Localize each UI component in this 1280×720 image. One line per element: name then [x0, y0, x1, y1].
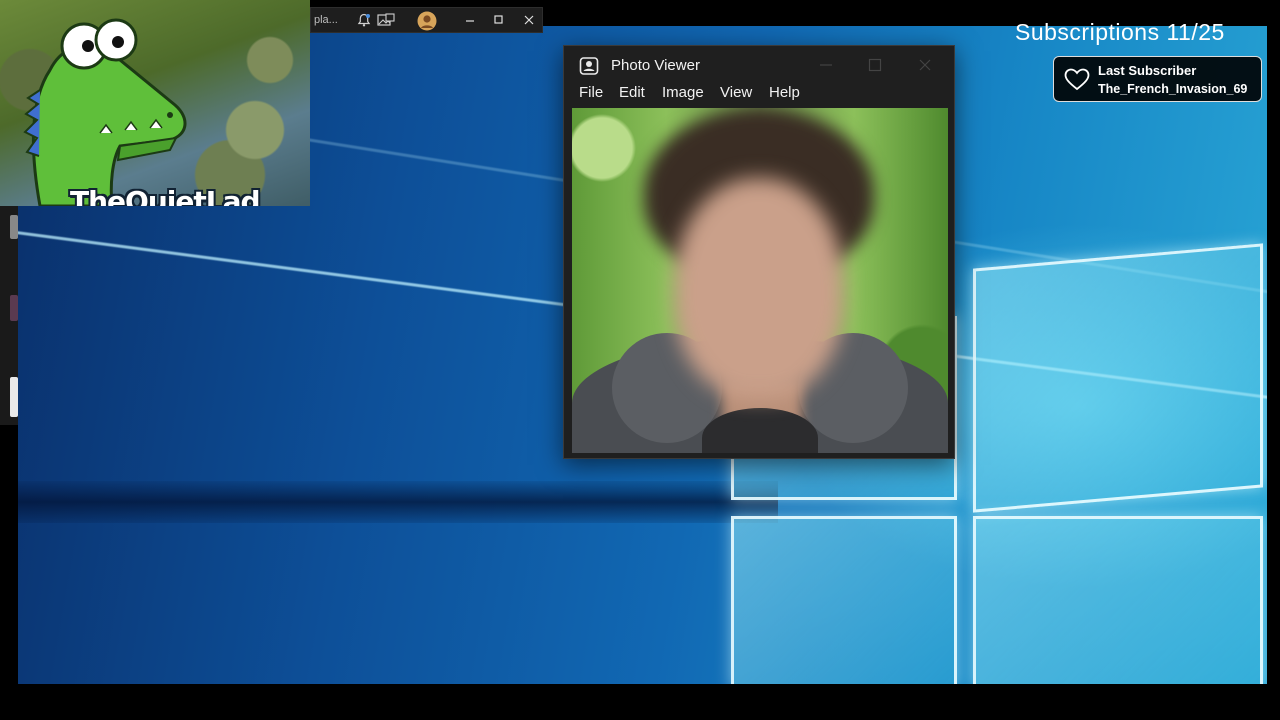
menu-help[interactable]: Help: [767, 84, 802, 101]
close-icon[interactable]: [524, 15, 534, 28]
menu-edit[interactable]: Edit: [617, 84, 647, 101]
menu-view[interactable]: View: [718, 84, 754, 101]
minimize-button[interactable]: [812, 54, 840, 76]
photo-viewer-app-icon: [579, 56, 599, 81]
windows-logo-pane: [731, 516, 957, 684]
menu-image[interactable]: Image: [660, 84, 706, 101]
dark-band: [18, 481, 778, 523]
window-title: Photo Viewer: [611, 57, 700, 74]
maximize-button[interactable]: [861, 54, 889, 76]
bell-icon[interactable]: [357, 13, 371, 30]
close-button[interactable]: [911, 54, 939, 76]
last-subscriber-panel: Last Subscriber The_French_Invasion_69: [1053, 56, 1262, 102]
window-edge-chip: [10, 295, 18, 321]
windows-logo-pane: [973, 243, 1263, 513]
partial-window-edge: [0, 205, 18, 425]
photo-viewer-window[interactable]: Photo Viewer File Edit Image View Help: [563, 45, 955, 459]
subscriptions-counter: Subscriptions 11/25: [1015, 19, 1225, 45]
minimize-icon[interactable]: [465, 14, 475, 29]
blurred-face: [674, 178, 844, 398]
maximize-icon[interactable]: [494, 15, 504, 28]
window-edge-chip: [10, 215, 18, 239]
photo-canvas: [572, 108, 948, 453]
channel-name: TheQuietLad: [70, 185, 261, 206]
taskbar-fragment: pla...: [310, 7, 543, 33]
last-subscriber-name: The_French_Invasion_69: [1098, 82, 1248, 96]
window-edge-chip: [10, 377, 18, 417]
image-icon[interactable]: [377, 13, 395, 30]
taskbar-tab-label[interactable]: pla...: [314, 14, 338, 26]
cartoon-crocodile-mascot: [23, 18, 187, 206]
menu-file[interactable]: File: [577, 84, 605, 101]
last-subscriber-label: Last Subscriber: [1098, 63, 1197, 78]
heart-icon: [1064, 68, 1090, 97]
avatar[interactable]: [417, 11, 437, 34]
webcam-overlay: TheQuietLad: [0, 0, 310, 206]
windows-logo-pane: [973, 516, 1263, 684]
